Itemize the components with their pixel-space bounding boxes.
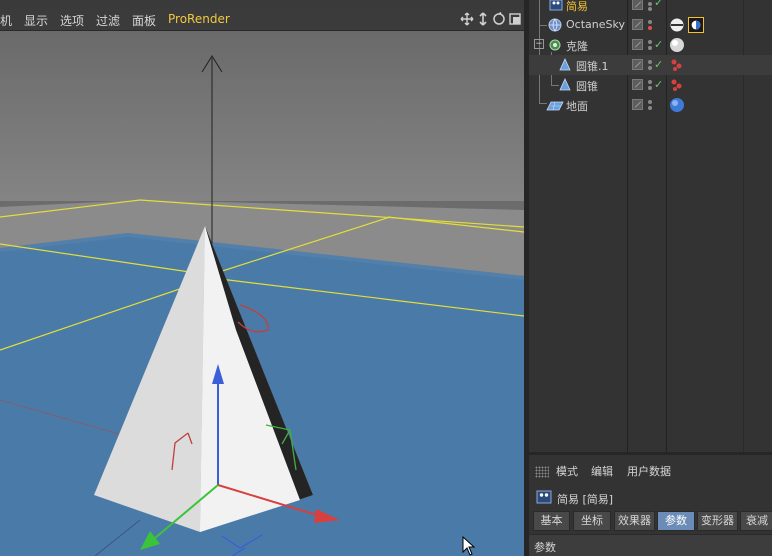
octane-sky-icon	[548, 18, 562, 32]
viewport[interactable]: 机 显示 选项 过滤 面板 ProRender	[0, 0, 524, 556]
enable-check-icon[interactable]: ✓	[654, 38, 663, 51]
object-name: OctaneSky	[566, 18, 625, 31]
render-dot[interactable]	[648, 2, 652, 6]
menu-panel[interactable]: 面板	[132, 12, 156, 29]
render-dot[interactable]	[648, 26, 652, 30]
cone-icon	[559, 58, 571, 71]
render-dot[interactable]	[648, 60, 652, 64]
tab-deformer[interactable]: 变形器	[697, 511, 738, 531]
object-row-simple[interactable]: 简易 ✓	[529, 0, 772, 15]
object-name: 圆锥	[576, 80, 598, 93]
editor-flag[interactable]	[632, 79, 643, 90]
menu-options[interactable]: 选项	[60, 12, 84, 29]
menu-user-data[interactable]: 用户数据	[627, 463, 671, 479]
tab-coord[interactable]: 坐标	[573, 511, 611, 531]
object-name: 地面	[566, 100, 588, 113]
toggle-view-icon[interactable]	[508, 12, 522, 26]
object-name: 简易	[566, 0, 588, 13]
attribute-manager[interactable]: 模式 编辑 用户数据 简易 [简易] 基本 坐标 效果器 参数 变形器 衰减 参…	[529, 452, 772, 556]
octane-tag-icon[interactable]	[669, 17, 685, 33]
object-name: 圆锥.1	[576, 60, 609, 73]
render-dot[interactable]	[648, 100, 652, 104]
render-dot[interactable]	[648, 7, 652, 11]
collapse-toggle-icon[interactable]: −	[534, 39, 544, 49]
object-row-cone-1[interactable]: 圆锥.1 ✓	[529, 55, 772, 75]
object-row-octanesky[interactable]: OctaneSky	[529, 15, 772, 35]
attribute-object-label: 简易 [简易]	[557, 493, 614, 506]
menu-prorender[interactable]: ProRender	[168, 12, 230, 26]
tab-effector[interactable]: 效果器	[614, 511, 655, 531]
enable-check-icon[interactable]: ✓	[654, 58, 663, 71]
menu-camera[interactable]: 机	[0, 12, 12, 29]
cone-icon	[559, 78, 571, 91]
editor-flag[interactable]	[632, 39, 643, 50]
render-dot[interactable]	[648, 66, 652, 70]
editor-flag[interactable]	[632, 99, 643, 110]
floor-icon	[546, 101, 564, 111]
tab-parameters[interactable]: 参数	[657, 511, 695, 531]
render-dot[interactable]	[648, 106, 652, 110]
enable-check-icon[interactable]: ✓	[654, 78, 663, 91]
viewport-top-strip	[0, 0, 524, 9]
editor-flag[interactable]	[632, 19, 643, 30]
tab-basic[interactable]: 基本	[533, 511, 570, 531]
render-dot[interactable]	[648, 46, 652, 50]
parameters-section[interactable]: 参数	[529, 534, 772, 556]
render-dot[interactable]	[648, 20, 652, 24]
app-window: 机 显示 选项 过滤 面板 ProRender 简易 ✓ OctaneSky −…	[0, 0, 772, 556]
simple-deformer-icon	[536, 490, 552, 504]
render-dot[interactable]	[648, 40, 652, 44]
selection-tag-icon[interactable]	[669, 57, 685, 73]
menu-display[interactable]: 显示	[24, 12, 48, 29]
menu-edit[interactable]: 编辑	[591, 463, 613, 479]
environment-tag-icon[interactable]	[688, 17, 704, 33]
material-tag-icon[interactable]	[669, 37, 685, 53]
panel-grip-icon[interactable]	[535, 466, 549, 478]
cloner-icon	[549, 39, 561, 51]
selection-tag-icon[interactable]	[669, 77, 685, 93]
simple-deformer-icon	[549, 0, 563, 11]
material-tag-icon[interactable]	[669, 97, 685, 113]
object-row-cloner[interactable]: − 克隆 ✓	[529, 35, 772, 55]
section-label: 参数	[534, 541, 556, 554]
dolly-view-icon[interactable]	[476, 12, 490, 26]
move-view-icon[interactable]	[460, 12, 474, 26]
menu-filter[interactable]: 过滤	[96, 12, 120, 29]
editor-flag[interactable]	[632, 59, 643, 70]
attribute-tabs: 基本 坐标 效果器 参数 变形器 衰减	[533, 511, 772, 531]
rotate-view-icon[interactable]	[492, 12, 506, 26]
editor-flag[interactable]	[632, 0, 643, 10]
attribute-menubar: 模式 编辑 用户数据	[529, 458, 772, 478]
object-row-cone[interactable]: 圆锥 ✓	[529, 75, 772, 95]
menu-mode[interactable]: 模式	[556, 463, 578, 479]
object-row-floor[interactable]: 地面	[529, 95, 772, 115]
tab-falloff[interactable]: 衰减	[740, 511, 772, 531]
viewport-menubar: 机 显示 选项 过滤 面板 ProRender	[0, 9, 524, 31]
object-manager[interactable]: 简易 ✓ OctaneSky − 克隆 ✓ 圆锥.1 ✓ 圆锥 ✓ 地面	[529, 0, 772, 452]
viewport-scene[interactable]	[0, 31, 524, 556]
attribute-object-header: 简易 [简易]	[529, 486, 772, 510]
mouse-cursor-icon	[462, 536, 476, 556]
object-name: 克隆	[566, 40, 588, 53]
enable-check-icon[interactable]: ✓	[654, 0, 663, 9]
render-dot[interactable]	[648, 80, 652, 84]
render-dot[interactable]	[648, 86, 652, 90]
